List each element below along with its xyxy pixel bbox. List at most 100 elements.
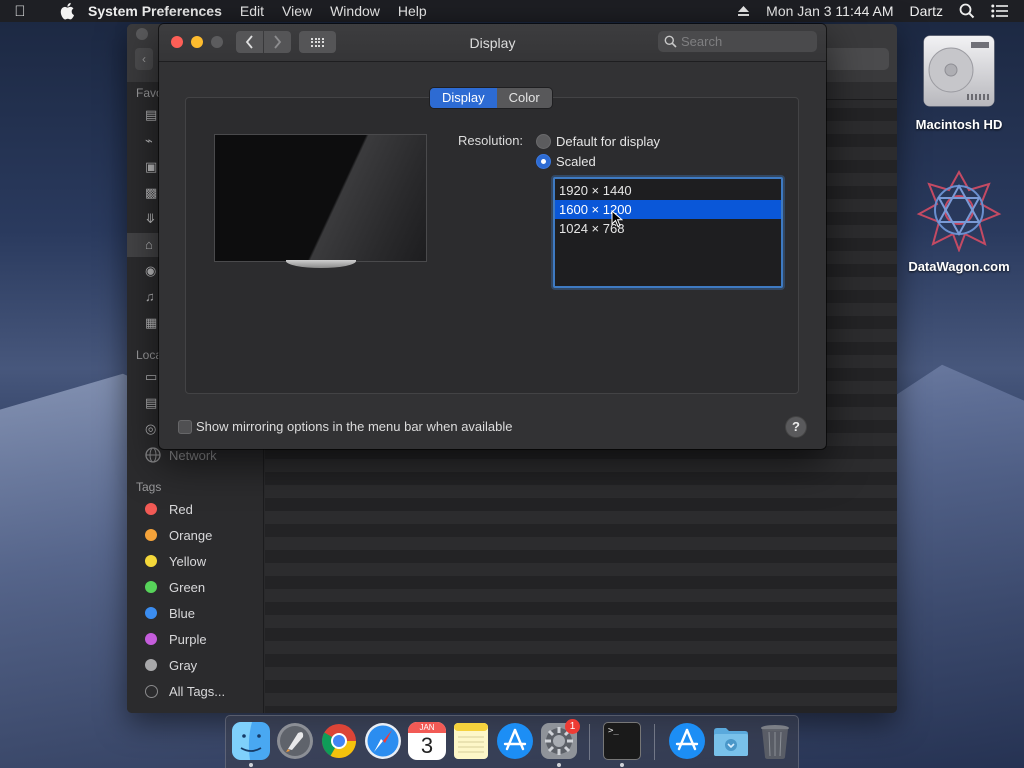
sidebar-item-label: Green (169, 579, 206, 595)
resolution-option-1024x768[interactable]: 1024 × 768 (555, 219, 781, 238)
menubar-user[interactable]: Dartz (910, 3, 943, 19)
downloads-folder-dock-icon[interactable] (712, 722, 750, 760)
network-globe-icon (145, 447, 161, 463)
launchpad-dock-icon[interactable] (276, 722, 314, 760)
tab-display[interactable]: Display (430, 88, 497, 108)
terminal-prompt: >_ (608, 726, 619, 736)
app-menu-system-preferences[interactable]: System Preferences (88, 3, 222, 19)
menu-bar:  System Preferences Edit View Window He… (0, 0, 1024, 22)
applications-folder-dock-icon[interactable] (668, 722, 706, 760)
safari-dock-icon[interactable] (364, 722, 402, 760)
tag-red-dot-icon (145, 503, 157, 515)
recents-icon[interactable]: ▤ (145, 108, 159, 122)
app-store-dock-icon[interactable] (496, 722, 534, 760)
music-icon[interactable]: ♫ (145, 290, 159, 304)
notification-badge: 1 (565, 719, 580, 734)
sidebar-tag-orange[interactable]: Orange (145, 525, 212, 545)
radio-checked-icon[interactable] (536, 153, 551, 169)
dock: JAN 3 1 >_ (225, 715, 799, 768)
tab-segmented-control: Display Color (430, 88, 552, 108)
resolution-option-1920x1440[interactable]: 1920 × 1440 (555, 181, 781, 200)
tag-blue-dot-icon (145, 607, 157, 619)
monitor-preview-image (214, 134, 427, 262)
radio-default-for-display[interactable]: Default for display (536, 132, 660, 150)
sidebar-item-label: All Tags... (169, 683, 226, 699)
sidebar-tag-green[interactable]: Green (145, 577, 205, 597)
documents-icon[interactable]: ▩ (145, 186, 159, 200)
eject-icon[interactable] (737, 5, 750, 17)
finder-close-button[interactable] (136, 28, 148, 40)
sidebar-item-label: Orange (169, 527, 213, 543)
search-input[interactable] (681, 34, 811, 49)
menu-help[interactable]: Help (398, 3, 427, 19)
home-icon[interactable]: ⌂ (145, 238, 159, 252)
chrome-dock-icon[interactable] (320, 722, 358, 760)
resolution-label: Resolution: (458, 133, 524, 148)
display-preferences-window: Display Display Color Resolution: Defaul… (159, 24, 826, 449)
spotlight-search-icon[interactable] (959, 3, 975, 19)
sidebar-tag-red[interactable]: Red (145, 499, 193, 519)
resolution-option-1600x1200[interactable]: 1600 × 1200 (555, 200, 781, 219)
mouse-cursor-icon (611, 210, 623, 228)
radio-unchecked-icon[interactable] (536, 133, 551, 149)
computer-icon[interactable]: ▭ (145, 370, 159, 384)
desktop-icon-label: Macintosh HD (915, 117, 1003, 132)
notes-dock-icon[interactable] (452, 722, 490, 760)
sidebar-item-label: Blue (169, 605, 196, 621)
terminal-dock-icon[interactable]: >_ (603, 722, 641, 760)
trash-dock-icon[interactable] (756, 722, 794, 760)
tag-green-dot-icon (145, 581, 157, 593)
pictures-icon[interactable]: ◉ (145, 264, 159, 278)
radio-scaled[interactable]: Scaled (536, 152, 596, 170)
sidebar-item-label: Yellow (169, 553, 207, 569)
movies-icon[interactable]: ▦ (145, 316, 159, 330)
mirroring-label: Show mirroring options in the menu bar w… (196, 419, 513, 434)
hard-drive-icon (923, 35, 995, 107)
desktop-icon-datawagon[interactable]: DataWagon.com (904, 168, 1014, 274)
sidebar-item-label: Gray (169, 657, 198, 673)
apple-logo-icon[interactable] (60, 2, 76, 20)
sidebar-item-label: Network (169, 447, 217, 463)
desktop-icon-macintosh-hd[interactable]: Macintosh HD (904, 32, 1014, 132)
sidebar-tag-gray[interactable]: Gray (145, 655, 197, 675)
tag-gray-dot-icon (145, 659, 157, 671)
tag-purple-dot-icon (145, 633, 157, 645)
sidebar-tag-purple[interactable]: Purple (145, 629, 207, 649)
sidebar-item-label: Red (169, 501, 193, 517)
menu-edit[interactable]: Edit (240, 3, 264, 19)
search-field[interactable] (658, 31, 817, 52)
dock-separator (654, 724, 655, 760)
mirroring-checkbox[interactable] (178, 419, 192, 434)
finder-dock-icon[interactable] (232, 722, 270, 760)
tab-color[interactable]: Color (496, 88, 552, 108)
sidebar-section-tags: Tags (136, 480, 162, 494)
apple-menu-icon[interactable]:  (0, 3, 40, 20)
radio-scaled-label: Scaled (556, 153, 596, 169)
calendar-dock-icon[interactable]: JAN 3 (408, 722, 446, 760)
help-button[interactable]: ? (786, 417, 806, 437)
menu-view[interactable]: View (282, 3, 312, 19)
desktop-folder-icon[interactable]: ▣ (145, 160, 159, 174)
menubar-clock[interactable]: Mon Jan 3 11:44 AM (766, 3, 893, 19)
downloads-icon[interactable]: ⤋ (145, 212, 159, 226)
applications-icon[interactable]: ⌁ (145, 134, 159, 148)
finder-back-button[interactable]: ‹ (135, 48, 153, 70)
menu-window[interactable]: Window (330, 3, 380, 19)
dock-separator (589, 724, 590, 760)
remote-disc-icon[interactable]: ◎ (145, 422, 159, 436)
sidebar-tag-blue[interactable]: Blue (145, 603, 195, 623)
sidebar-tag-yellow[interactable]: Yellow (145, 551, 206, 571)
datawagon-logo-icon (916, 169, 1002, 253)
sidebar-all-tags[interactable]: All Tags... (145, 681, 225, 701)
desktop-icon-label: DataWagon.com (908, 259, 1010, 274)
notification-center-icon[interactable] (991, 4, 1008, 18)
resolution-list[interactable]: 1920 × 1440 1600 × 1200 1024 × 768 (553, 177, 783, 288)
calendar-month: JAN (408, 722, 446, 733)
all-tags-icon (145, 684, 158, 698)
disk-icon[interactable]: ▤ (145, 396, 159, 410)
tag-orange-dot-icon (145, 529, 157, 541)
terminal-running-indicator (620, 763, 624, 767)
mirroring-option[interactable]: Show mirroring options in the menu bar w… (178, 419, 513, 434)
system-preferences-running-indicator (557, 763, 561, 767)
radio-default-label: Default for display (556, 133, 661, 149)
